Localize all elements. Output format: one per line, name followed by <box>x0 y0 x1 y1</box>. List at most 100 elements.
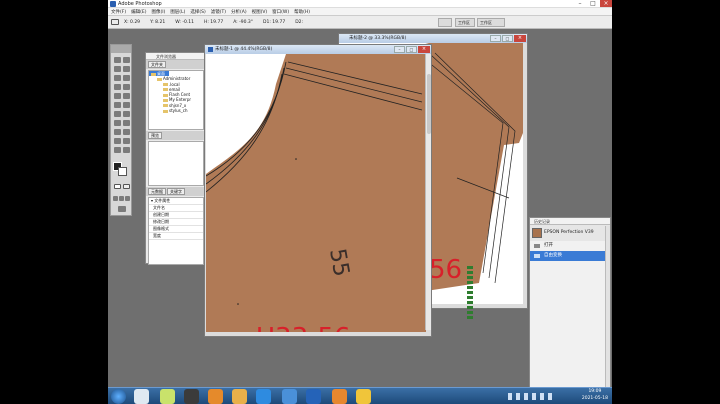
maximize-button[interactable]: □ <box>587 0 599 7</box>
lasso-tool-icon[interactable] <box>114 66 121 72</box>
close-button[interactable]: × <box>418 46 430 53</box>
slice-tool-icon[interactable] <box>123 75 130 81</box>
menu-file[interactable]: 文件(F) <box>111 9 126 15</box>
tray-icons[interactable] <box>508 393 552 400</box>
tab-folders[interactable]: 文件夹 <box>148 61 166 68</box>
eyedropper-tool-icon[interactable] <box>123 138 130 144</box>
tab-preview[interactable]: 预览 <box>148 132 162 139</box>
document-title-back: 未标题-2 @ 33.3%(RGB/8) – □ × <box>339 34 527 43</box>
file-browser-panel: 文件浏览器 文件夹 桌面 Administrator .local email … <box>145 52 207 265</box>
app-icon-1[interactable] <box>134 389 149 404</box>
metadata-section-header[interactable]: ▾ 文件属性 <box>149 198 203 205</box>
tree-node[interactable]: stylus_ch <box>149 108 203 113</box>
app-icon-4[interactable] <box>208 389 223 404</box>
canvas-front[interactable]: 55 U33-56 <box>206 54 426 332</box>
jump-to-imageready-icon[interactable] <box>118 206 126 212</box>
dodge-tool-icon[interactable] <box>123 111 130 117</box>
folder-icon <box>163 93 168 97</box>
screen-mode-menu-icon[interactable] <box>119 196 124 201</box>
screen-mode-full-icon[interactable] <box>125 196 130 201</box>
move-tool-icon[interactable] <box>123 57 130 63</box>
maximize-button[interactable]: □ <box>502 35 513 42</box>
magic-wand-tool-icon[interactable] <box>123 66 130 72</box>
marquee-tool-icon[interactable] <box>114 57 121 63</box>
history-scrollbar[interactable] <box>605 226 610 388</box>
folder-tree: 桌面 Administrator .local email Flash Cent… <box>148 70 204 130</box>
history-state-icon <box>534 244 540 248</box>
metadata-row: 宽度 <box>149 233 203 240</box>
taskbar-clock[interactable]: 19:09 2021-05-18 <box>582 389 608 402</box>
history-brush-icon[interactable] <box>123 93 130 99</box>
minimize-button[interactable]: – <box>394 46 405 53</box>
flash-icon[interactable] <box>282 389 297 404</box>
tab-metadata[interactable]: 元数据 <box>148 188 166 195</box>
history-snapshot[interactable]: EPSON Perfection V39 <box>530 225 610 241</box>
menu-view[interactable]: 视图(V) <box>252 9 268 15</box>
vertical-scrollbar[interactable] <box>425 54 431 330</box>
screen-mode-standard-icon[interactable] <box>113 196 118 201</box>
history-title: 历史记录 <box>530 218 610 225</box>
app-icon-10[interactable] <box>356 389 371 404</box>
clear-button[interactable] <box>438 18 452 27</box>
shape-tool-icon[interactable] <box>123 129 130 135</box>
app-icon-5[interactable] <box>232 389 247 404</box>
ruler-tool-icon[interactable] <box>111 19 119 25</box>
menu-edit[interactable]: 编辑(E) <box>131 9 146 15</box>
blur-tool-icon[interactable] <box>114 111 121 117</box>
scroll-thumb[interactable] <box>427 74 431 134</box>
minimize-button[interactable]: – <box>490 35 501 42</box>
taskbar: 19:09 2021-05-18 <box>108 387 612 404</box>
document-title-front: 未标题-1 @ 44.4%(RGB/8) – □ × <box>205 45 431 54</box>
menu-window[interactable]: 窗口(W) <box>272 9 289 15</box>
desktop-screen: Adobe Photoshop – □ × 文件(F) 编辑(E) 图像(I) … <box>108 0 612 404</box>
healing-brush-icon[interactable] <box>114 84 121 90</box>
menu-help[interactable]: 帮助(H) <box>294 9 310 15</box>
clone-stamp-icon[interactable] <box>114 93 121 99</box>
hand-tool-icon[interactable] <box>114 147 121 153</box>
pencil-number-front: 55 <box>324 247 353 279</box>
tab-keywords[interactable]: 关键字 <box>167 188 185 195</box>
folder-icon <box>163 104 168 108</box>
start-button-icon[interactable] <box>111 389 126 404</box>
path-select-icon[interactable] <box>114 120 121 126</box>
menu-filter[interactable]: 滤镜(T) <box>211 9 226 15</box>
eraser-tool-icon[interactable] <box>114 102 121 108</box>
quick-mask-icon[interactable] <box>123 184 130 189</box>
type-tool-icon[interactable] <box>123 120 130 126</box>
history-item-open[interactable]: 打开 <box>530 241 610 251</box>
app-icon-8[interactable] <box>306 389 321 404</box>
gradient-tool-icon[interactable] <box>123 102 130 108</box>
menu-layer[interactable]: 图层(L) <box>170 9 185 15</box>
folder-icon <box>163 98 168 102</box>
background-color-swatch[interactable] <box>118 167 127 176</box>
history-item-transform[interactable]: 自由变换 <box>530 251 610 261</box>
metadata-row: 文件名 <box>149 205 203 212</box>
pen-tool-icon[interactable] <box>114 129 121 135</box>
minimize-button[interactable]: – <box>574 0 586 7</box>
preview-area <box>148 141 204 186</box>
app-title: Adobe Photoshop <box>118 1 162 7</box>
app-icon-9[interactable] <box>332 389 347 404</box>
snapshot-thumbnail <box>532 228 542 238</box>
workspace-button-2[interactable]: 工作区 <box>477 18 505 27</box>
close-button[interactable]: × <box>600 0 612 7</box>
maximize-button[interactable]: □ <box>406 46 417 53</box>
menu-analysis[interactable]: 分析(A) <box>231 9 247 15</box>
history-panel: 历史记录 EPSON Perfection V39 打开 自由变换 <box>529 217 611 389</box>
crop-tool-icon[interactable] <box>114 75 121 81</box>
workspace-button-1[interactable]: 工作区 <box>455 18 475 27</box>
option-w: W: -0.11 <box>175 19 194 25</box>
standard-mode-icon[interactable] <box>114 184 121 189</box>
folder-icon <box>163 109 168 113</box>
metadata-row: 修改日期 <box>149 219 203 226</box>
options-bar: X: 0.29 Y: 8.21 W: -0.11 H: 19.77 A: -90… <box>108 16 612 29</box>
brush-tool-icon[interactable] <box>123 84 130 90</box>
zoom-tool-icon[interactable] <box>123 147 130 153</box>
browser-icon[interactable] <box>256 389 271 404</box>
qq-icon[interactable] <box>184 389 199 404</box>
notes-tool-icon[interactable] <box>114 138 121 144</box>
menu-select[interactable]: 选择(S) <box>190 9 205 15</box>
menu-image[interactable]: 图像(I) <box>151 9 165 15</box>
app-icon-2[interactable] <box>160 389 175 404</box>
close-button[interactable]: × <box>514 35 526 42</box>
